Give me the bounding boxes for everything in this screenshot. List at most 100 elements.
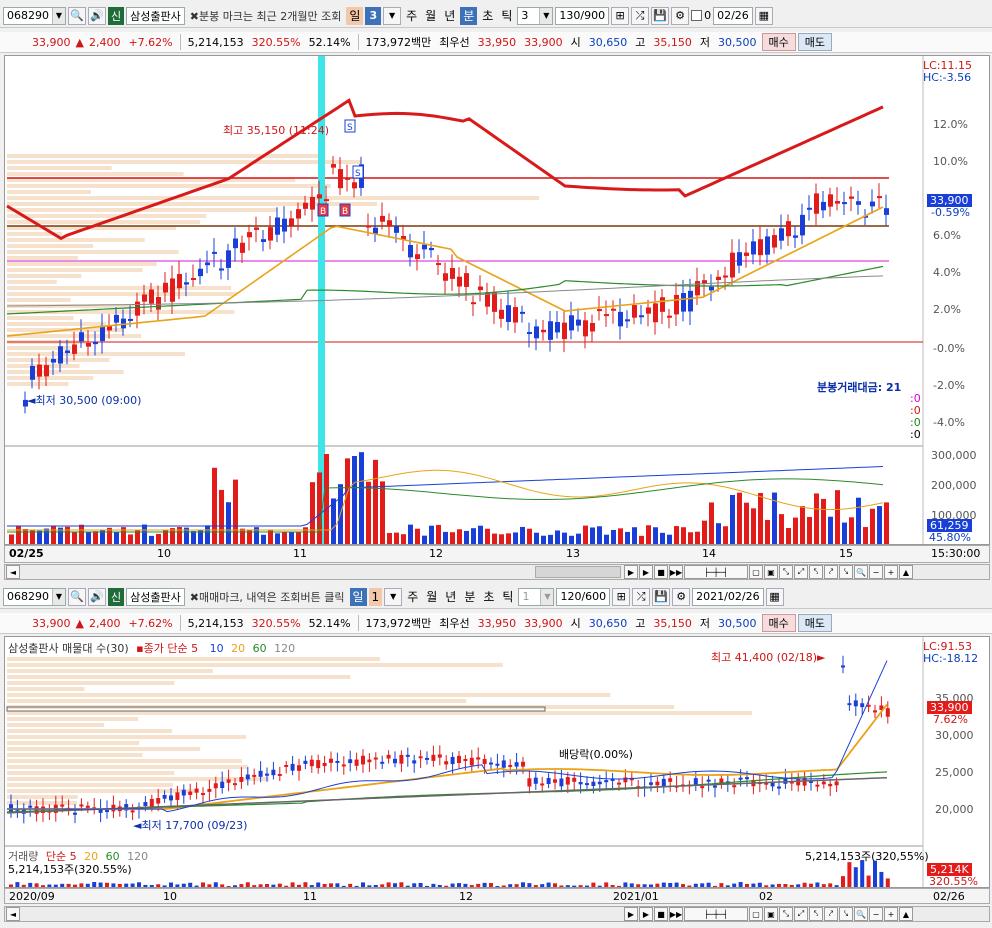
- volume-bar: [476, 883, 481, 887]
- candle-body: [303, 760, 308, 764]
- tab-month[interactable]: 월: [422, 7, 439, 25]
- speaker-icon[interactable]: 🔊: [88, 6, 106, 25]
- volume-bar: [53, 884, 58, 887]
- volume-bar: [695, 531, 700, 544]
- date-label: 02/26: [933, 890, 965, 903]
- tab-year[interactable]: 년: [442, 588, 459, 606]
- tab-day[interactable]: 일: [349, 587, 367, 606]
- zoom-slider-icon[interactable]: ├─┼─┤: [684, 565, 748, 579]
- search-icon[interactable]: 🔍: [854, 907, 868, 921]
- play-icon[interactable]: ▶: [639, 907, 653, 921]
- save-icon[interactable]: 💾: [652, 587, 671, 606]
- volume-bar: [252, 885, 257, 887]
- sell-button[interactable]: 매도: [797, 614, 833, 632]
- price-tag-pct: 7.62%: [933, 713, 968, 726]
- tab-minute[interactable]: 분: [461, 588, 478, 606]
- grid-icon[interactable]: ⊞: [611, 6, 630, 25]
- chart-tool-icon[interactable]: ⤤: [824, 565, 838, 579]
- daily-chart[interactable]: 삼성출판사 매물대 수(30) ▪종가 단순 5 10 20 60 120 LC…: [4, 636, 990, 888]
- chart-tool-icon[interactable]: ▢: [749, 907, 763, 921]
- chart-tool-icon[interactable]: ⤡: [779, 907, 793, 921]
- date-input[interactable]: 02/26: [713, 6, 753, 25]
- stock-code-input[interactable]: 068290 ▼: [3, 6, 66, 25]
- plus-icon[interactable]: +: [884, 565, 898, 579]
- day-count[interactable]: 3: [365, 6, 382, 25]
- volume-bar: [789, 884, 794, 887]
- play-icon[interactable]: ▶: [639, 565, 653, 579]
- intraday-chart[interactable]: BBSS LC:11.15 HC:-3.56 12.0%10.0%8.0%6.0…: [4, 55, 990, 545]
- zoom-slider-icon[interactable]: ├─┼─┤: [684, 907, 748, 921]
- tab-year[interactable]: 년: [441, 7, 458, 25]
- step-forward-icon[interactable]: ▶: [624, 907, 638, 921]
- daily-scrollbar[interactable]: ◄ ▶ ▶ ■ ▶▶ ├─┼─┤ ▢ ▣ ⤡ ⤢ ⤣ ⤤ ⤥ 🔍 − + ▲: [4, 906, 990, 922]
- minus-icon[interactable]: −: [869, 565, 883, 579]
- chart-tool-icon[interactable]: ⤢: [794, 565, 808, 579]
- candle-body: [265, 773, 269, 776]
- tab-week[interactable]: 주: [404, 588, 421, 606]
- calendar-icon[interactable]: ▦: [754, 6, 773, 25]
- chart-tool-icon[interactable]: ▣: [764, 907, 778, 921]
- intraday-scrollbar[interactable]: ◄ ▶ ▶ ■ ▶▶ ├─┼─┤ ▢ ▣ ⤡ ⤢ ⤣ ⤤ ⤥ 🔍 − + ▲: [4, 564, 990, 580]
- fast-forward-icon[interactable]: ▶▶: [669, 907, 683, 921]
- chevron-down-icon[interactable]: ▼: [52, 588, 65, 605]
- chevron-down-icon[interactable]: ▼: [52, 7, 65, 24]
- chevron-down-icon[interactable]: ▼: [383, 6, 402, 25]
- stock-code-input[interactable]: 068290 ▼: [3, 587, 66, 606]
- legend-ma-60: 60: [252, 642, 267, 655]
- minus-icon[interactable]: −: [869, 907, 883, 921]
- buy-button[interactable]: 매수: [761, 614, 796, 632]
- sync-checkbox[interactable]: [691, 10, 703, 21]
- stock-name-field[interactable]: 삼성출판사: [126, 587, 185, 606]
- search-icon[interactable]: 🔍: [68, 6, 86, 25]
- stock-name-field[interactable]: 삼성출판사: [126, 6, 185, 25]
- count-input[interactable]: 120/600: [556, 587, 611, 606]
- scroll-up-icon[interactable]: ▲: [899, 565, 913, 579]
- calendar-icon[interactable]: ▦: [765, 587, 784, 606]
- tab-week[interactable]: 주: [403, 7, 420, 25]
- chart-tool-icon[interactable]: ⤥: [839, 907, 853, 921]
- chart-tool-icon[interactable]: ⤣: [809, 907, 823, 921]
- chart-tool-icon[interactable]: ⤣: [809, 565, 823, 579]
- search-icon[interactable]: 🔍: [68, 587, 86, 606]
- speaker-icon[interactable]: 🔊: [88, 587, 106, 606]
- tab-tick[interactable]: 틱: [499, 588, 516, 606]
- interval-select[interactable]: 1 ▼: [518, 587, 555, 606]
- grid-icon[interactable]: ⊞: [612, 587, 631, 606]
- chart-tool-icon[interactable]: ▢: [749, 565, 763, 579]
- chevron-down-icon[interactable]: ▼: [384, 587, 403, 606]
- tab-second[interactable]: 초: [479, 7, 496, 25]
- tab-day[interactable]: 일: [346, 6, 364, 25]
- chart-tool-icon[interactable]: ⤡: [779, 565, 793, 579]
- chart-tool-icon[interactable]: ⤢: [794, 907, 808, 921]
- gear-icon[interactable]: ⚙: [672, 587, 691, 606]
- scroll-up-icon[interactable]: ▲: [899, 907, 913, 921]
- save-icon[interactable]: 💾: [651, 6, 670, 25]
- sell-button[interactable]: 매도: [797, 33, 833, 51]
- tab-tick[interactable]: 틱: [498, 7, 515, 25]
- stop-icon[interactable]: ■: [654, 565, 668, 579]
- buy-button[interactable]: 매수: [761, 33, 796, 51]
- scroll-left-icon[interactable]: ◄: [6, 565, 20, 579]
- chart-tool-icon[interactable]: ▣: [764, 565, 778, 579]
- chart-tool-icon[interactable]: ⤥: [839, 565, 853, 579]
- compare-icon[interactable]: ⤮: [632, 587, 651, 606]
- gear-icon[interactable]: ⚙: [671, 6, 690, 25]
- scroll-thumb[interactable]: [535, 566, 621, 578]
- compare-icon[interactable]: ⤮: [631, 6, 650, 25]
- day-count[interactable]: 1: [368, 587, 383, 606]
- candle-body: [834, 781, 839, 786]
- tab-month[interactable]: 월: [423, 588, 440, 606]
- chart-tool-icon[interactable]: ⤤: [824, 907, 838, 921]
- search-icon[interactable]: 🔍: [854, 565, 868, 579]
- interval-select[interactable]: 3 ▼: [517, 6, 554, 25]
- fast-forward-icon[interactable]: ▶▶: [669, 565, 683, 579]
- count-input[interactable]: 130/900: [555, 6, 610, 25]
- tab-minute[interactable]: 분: [460, 6, 478, 25]
- step-forward-icon[interactable]: ▶: [624, 565, 638, 579]
- plus-icon[interactable]: +: [884, 907, 898, 921]
- candle-body: [814, 193, 819, 214]
- stop-icon[interactable]: ■: [654, 907, 668, 921]
- tab-second[interactable]: 초: [480, 588, 497, 606]
- date-input[interactable]: 2021/02/26: [692, 587, 764, 606]
- scroll-left-icon[interactable]: ◄: [6, 907, 20, 921]
